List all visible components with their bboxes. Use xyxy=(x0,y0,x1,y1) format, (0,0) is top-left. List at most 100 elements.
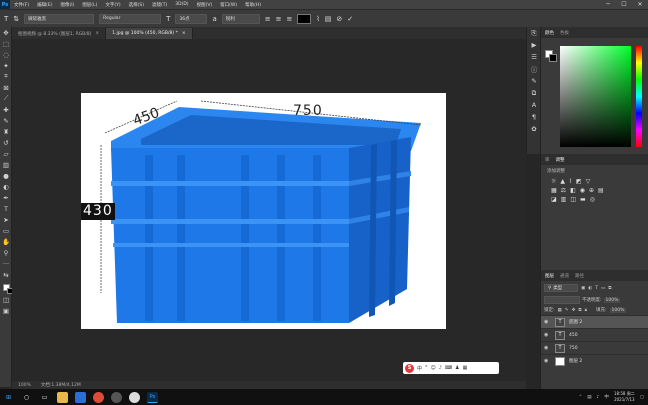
ime-keyboard-icon[interactable]: ⌨ xyxy=(445,365,452,371)
ime-tray-icon[interactable]: 中 xyxy=(604,394,609,400)
history-brush-icon[interactable]: ↺ xyxy=(0,137,12,148)
clone-stamp-icon[interactable]: ♜ xyxy=(0,126,12,137)
visibility-eye-icon[interactable]: ◉ xyxy=(544,319,551,325)
curves-icon[interactable]: ⌇ xyxy=(569,178,572,185)
menu-3d[interactable]: 3D(D) xyxy=(171,2,192,7)
antialias-select[interactable]: 锐利 xyxy=(221,13,260,24)
vibrance-icon[interactable]: ▽ xyxy=(586,178,591,185)
menu-select[interactable]: 选择(S) xyxy=(125,2,148,8)
layer-row[interactable]: ◉ T 底图 2 xyxy=(541,315,648,328)
color-picker-field[interactable] xyxy=(560,46,631,147)
align-center-icon[interactable]: ≡ xyxy=(276,15,282,23)
document-canvas[interactable]: 450 750 430 xyxy=(81,93,446,329)
black-white-icon[interactable]: ◧ xyxy=(570,187,576,194)
filter-smart-icon[interactable]: ⧉ xyxy=(608,285,611,291)
type-tool-icon[interactable]: T xyxy=(4,15,8,23)
minimize-icon[interactable]: ─ xyxy=(600,0,616,9)
paragraph-panel-icon[interactable]: ¶ xyxy=(527,111,541,123)
tab-libraries[interactable]: 库 xyxy=(545,157,550,163)
gradient-icon[interactable]: ▥ xyxy=(0,159,12,170)
invert-icon[interactable]: ◪ xyxy=(551,196,557,203)
visibility-eye-icon[interactable]: ◉ xyxy=(544,345,551,351)
tray-chevron-icon[interactable]: ⌃ xyxy=(579,395,583,400)
opacity-value[interactable]: 100% xyxy=(603,297,621,303)
clock[interactable]: 18:58 周二 2021/7/13 xyxy=(614,391,635,403)
move-tool-icon[interactable]: ✥ xyxy=(0,27,12,38)
menu-type[interactable]: 文字(Y) xyxy=(101,2,124,8)
glyphs-panel-icon[interactable]: ✿ xyxy=(527,123,541,135)
clone-source-icon[interactable]: ⧉ xyxy=(527,87,541,99)
app-icon[interactable] xyxy=(111,391,122,403)
exposure-icon[interactable]: ◩ xyxy=(576,178,582,185)
crop-tool-icon[interactable]: ⌗ xyxy=(0,71,12,82)
tab-close-icon[interactable]: × xyxy=(182,31,186,36)
tab-swatches[interactable]: 色板 xyxy=(560,30,569,36)
marquee-tool-icon[interactable]: ⬚ xyxy=(0,38,12,49)
magic-wand-icon[interactable]: ✦ xyxy=(0,60,12,71)
lock-paint-icon[interactable]: ✎ xyxy=(565,308,569,313)
menu-layer[interactable]: 图层(L) xyxy=(78,2,101,8)
menu-filter[interactable]: 滤镜(T) xyxy=(148,2,171,8)
align-left-icon[interactable]: ≡ xyxy=(265,15,271,23)
swap-colors-icon[interactable]: ⇆ xyxy=(0,269,12,280)
filter-adjust-icon[interactable]: ◐ xyxy=(588,286,592,291)
hand-tool-icon[interactable]: ✋ xyxy=(0,236,12,247)
brush-tool-icon[interactable]: ✎ xyxy=(0,115,12,126)
ime-emoji-icon[interactable]: ☺ xyxy=(431,365,436,371)
ime-mode[interactable]: 中 xyxy=(417,365,422,372)
layer-row[interactable]: ◉ T 750 xyxy=(541,341,648,354)
font-family-select[interactable]: 微软雅黑 xyxy=(24,13,95,24)
tab-current-doc[interactable]: 1.jpg @ 100% (450, RGB/8) * × xyxy=(106,28,193,39)
layer-row[interactable]: ◉ 图层 2 xyxy=(541,354,648,367)
maximize-icon[interactable]: ☐ xyxy=(616,0,632,9)
dimension-label-height[interactable]: 430 xyxy=(81,203,115,220)
frame-tool-icon[interactable]: ⊠ xyxy=(0,82,12,93)
ime-toolbar[interactable]: S 中 ° ☺ ♪ ⌨ ♟ ▦ xyxy=(403,362,499,374)
task-view-icon[interactable]: ▭ xyxy=(39,392,50,403)
brush-panel-icon[interactable]: ✎ xyxy=(527,75,541,87)
type-tool-icon-left[interactable]: T xyxy=(0,203,12,214)
filter-type-icon[interactable]: T xyxy=(595,286,598,291)
tab-channels[interactable]: 通道 xyxy=(560,273,569,279)
color-balance-icon[interactable]: ⚖ xyxy=(561,187,566,194)
foreground-background-swatch[interactable] xyxy=(0,280,13,294)
ime-tools-icon[interactable]: ▦ xyxy=(463,365,468,371)
lock-position-icon[interactable]: ✥ xyxy=(572,308,576,313)
menu-window[interactable]: 窗口(W) xyxy=(216,2,241,8)
hue-saturation-icon[interactable]: ▦ xyxy=(551,187,557,194)
shape-tool-icon[interactable]: ▭ xyxy=(0,225,12,236)
align-right-icon[interactable]: ≡ xyxy=(286,15,292,23)
filter-pixel-icon[interactable]: ▣ xyxy=(581,286,585,291)
color-lookup-icon[interactable]: ▤ xyxy=(598,187,604,194)
zoom-tool-icon[interactable]: ⚲ xyxy=(0,247,12,258)
photo-filter-icon[interactable]: ◉ xyxy=(580,187,585,194)
dimension-label-length[interactable]: 750 xyxy=(293,103,323,119)
orientation-toggle-icon[interactable]: ⇅ xyxy=(13,15,19,23)
info-panel-icon[interactable]: ⓘ xyxy=(527,63,541,75)
visibility-eye-icon[interactable]: ◉ xyxy=(544,332,551,338)
volume-icon[interactable]: ♪ xyxy=(597,395,600,400)
lasso-tool-icon[interactable]: ◌ xyxy=(0,49,12,60)
path-select-icon[interactable]: ➤ xyxy=(0,214,12,225)
ime-punct-icon[interactable]: ° xyxy=(425,365,428,371)
close-icon[interactable]: ✕ xyxy=(632,0,648,9)
selective-color-icon[interactable]: ◎ xyxy=(590,196,595,203)
store-icon[interactable] xyxy=(75,391,86,403)
more-tools-icon[interactable]: ··· xyxy=(0,258,12,269)
layer-filter-select[interactable]: ⚲ 类型 xyxy=(544,284,578,292)
file-explorer-icon[interactable] xyxy=(57,391,68,403)
healing-brush-icon[interactable]: ✚ xyxy=(0,104,12,115)
actions-panel-icon[interactable]: ▶ xyxy=(527,39,541,51)
pen-tool-icon[interactable]: ✒ xyxy=(0,192,12,203)
ime-skin-icon[interactable]: ♟ xyxy=(455,365,459,371)
text-color-swatch[interactable] xyxy=(297,13,312,24)
lock-pixels-icon[interactable]: ▦ xyxy=(558,308,562,313)
tab-layers[interactable]: 图层 xyxy=(545,273,554,279)
media-icon[interactable] xyxy=(129,391,140,403)
quick-mask-icon[interactable]: ◫ xyxy=(0,294,12,305)
eraser-icon[interactable]: ▱ xyxy=(0,148,12,159)
menu-file[interactable]: 文件(F) xyxy=(10,2,33,8)
commit-check-icon[interactable]: ✓ xyxy=(347,15,353,23)
font-size-select[interactable]: 36点 xyxy=(175,13,208,24)
properties-panel-icon[interactable]: ☰ xyxy=(527,51,541,63)
